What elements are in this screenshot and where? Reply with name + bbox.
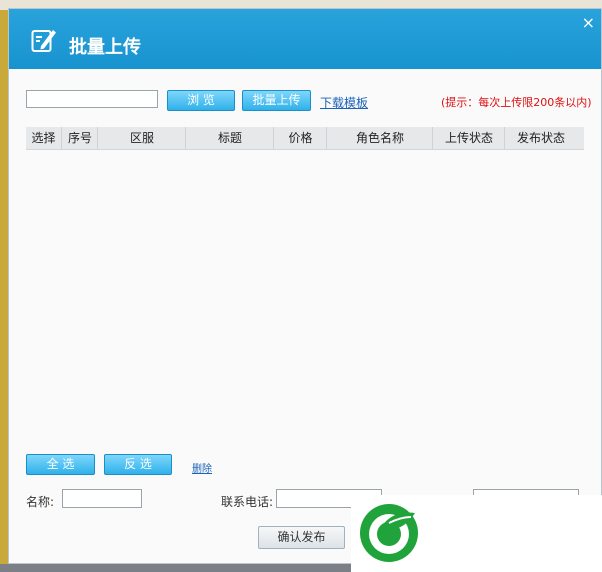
dialog-title: 批量上传 [69,37,141,58]
delete-link[interactable]: 删除 [192,460,212,475]
table-header: 选择 序号 区服 标题 价格 角色名称 上传状态 发布状态 [26,127,584,150]
invert-selection-button[interactable]: 反 选 [104,454,172,475]
phone-label: 联系电话: [221,495,274,509]
batch-upload-button[interactable]: 批量上传 [242,90,311,111]
column-price: 价格 [273,127,327,149]
close-icon[interactable]: × [582,13,595,32]
dialog-titlebar: 批量上传 × [9,9,601,69]
leaf-logo [360,504,418,562]
file-path-input[interactable] [26,90,158,108]
select-all-button[interactable]: 全 选 [26,454,95,475]
column-index: 序号 [61,127,98,149]
batch-upload-dialog: 批量上传 × 浏 览 批量上传 下载模板 (提示：每次上传限200条以内) 选择… [8,8,602,564]
column-server: 区服 [97,127,186,149]
table-body [26,150,584,450]
column-role-name: 角色名称 [326,127,433,149]
watermark-panel [351,495,602,572]
column-select: 选择 [31,131,56,145]
column-title: 标题 [185,127,274,149]
edit-icon [31,30,56,52]
name-label: 名称: [26,495,55,509]
column-upload-status: 上传状态 [432,127,505,149]
name-input[interactable] [62,489,142,508]
upload-limit-hint: (提示：每次上传限200条以内) [441,96,592,109]
browse-button[interactable]: 浏 览 [167,90,235,111]
column-publish-status: 发布状态 [504,127,577,149]
download-template-link[interactable]: 下载模板 [320,94,368,111]
confirm-publish-button[interactable]: 确认发布 [258,526,345,549]
